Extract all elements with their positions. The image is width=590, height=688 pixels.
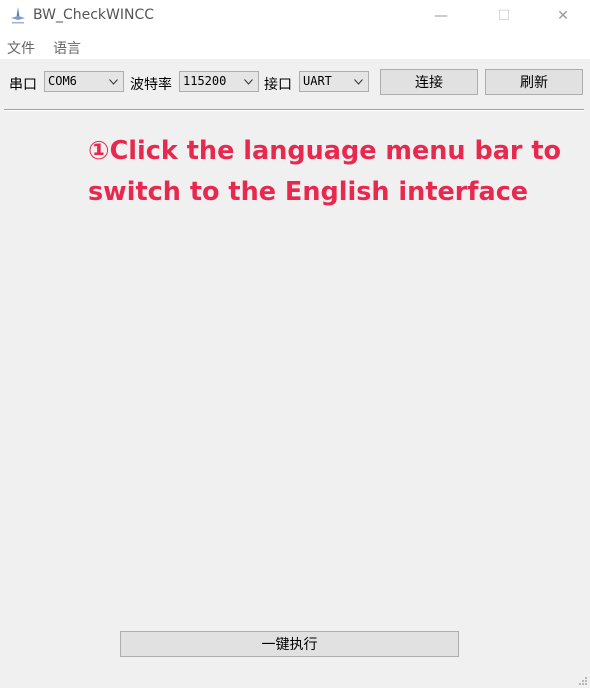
minimize-icon: — [434, 8, 448, 24]
chevron-down-icon [354, 79, 363, 85]
interface-value: UART [303, 74, 332, 88]
port-select[interactable]: COM6 [44, 71, 124, 92]
menu-file[interactable]: 文件 [7, 38, 35, 58]
chevron-down-icon [244, 79, 253, 85]
close-button[interactable]: ✕ [540, 0, 586, 32]
window-title: BW_CheckWINCC [33, 7, 155, 23]
port-value: COM6 [48, 74, 77, 88]
refresh-button[interactable]: 刷新 [485, 69, 583, 95]
menu-bar: 文件 语言 [0, 32, 590, 59]
baud-value: 115200 [183, 74, 227, 88]
chevron-down-icon [109, 79, 118, 85]
interface-select[interactable]: UART [299, 71, 369, 92]
interface-label: 接口 [264, 77, 292, 93]
resize-grip-icon[interactable] [578, 676, 588, 686]
maximize-icon: ☐ [497, 8, 511, 24]
connection-toolbar: 串口 COM6 波特率 115200 接口 UART 连接 刷新 [0, 59, 590, 103]
connect-button[interactable]: 连接 [380, 69, 478, 95]
baud-select[interactable]: 115200 [179, 71, 259, 92]
annotation-text: ①Click the language menu bar to switch t… [88, 136, 562, 207]
maximize-button[interactable]: ☐ [481, 0, 527, 32]
separator [4, 109, 584, 111]
app-icon [11, 7, 25, 24]
minimize-button[interactable]: — [418, 0, 464, 32]
menu-language[interactable]: 语言 [53, 38, 81, 58]
baud-label: 波特率 [130, 77, 172, 93]
close-icon: ✕ [557, 8, 569, 24]
port-label: 串口 [9, 77, 37, 93]
execute-button[interactable]: 一键执行 [120, 631, 459, 657]
title-bar: BW_CheckWINCC — ☐ ✕ [0, 0, 590, 32]
